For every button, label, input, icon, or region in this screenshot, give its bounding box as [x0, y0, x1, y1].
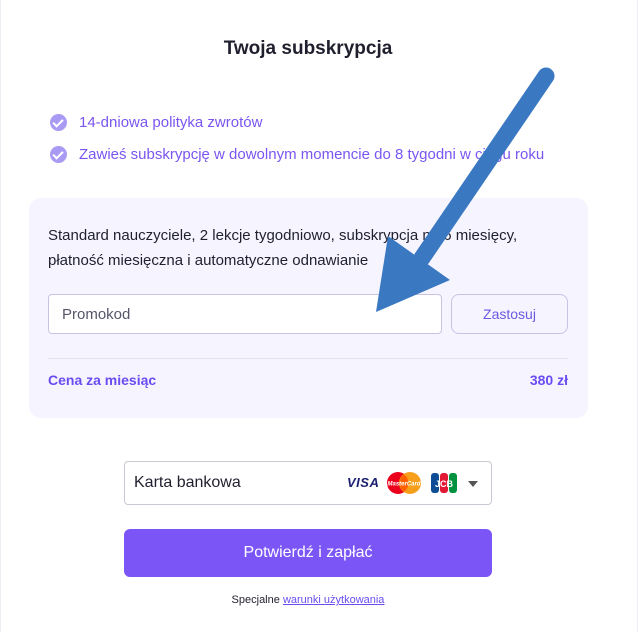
confirm-pay-button[interactable]: Potwierdź i zapłać	[124, 529, 492, 577]
terms-link[interactable]: warunki użytkowania	[283, 594, 385, 606]
mastercard-logo: MasterCard	[387, 472, 421, 494]
benefit-item: Zawieś subskrypcję w dowolnym momencie d…	[50, 144, 544, 164]
jcb-text: JCB	[435, 479, 454, 489]
jcb-logo: JCB	[431, 473, 457, 493]
benefit-text: 14-dniowa polityka zwrotów	[79, 113, 263, 131]
mastercard-text: MasterCard	[387, 482, 420, 488]
page-title: Twoja subskrypcja	[223, 38, 393, 59]
benefits-list: 14-dniowa polityka zwrotów Zawieś subskr…	[50, 112, 544, 176]
visa-logo: VISA	[347, 475, 380, 490]
plan-description: Standard nauczyciele, 2 lekcje tygodniow…	[48, 227, 518, 269]
chevron-down-icon[interactable]	[468, 481, 478, 487]
benefit-item: 14-dniowa polityka zwrotów	[50, 112, 544, 132]
price-value: 380 zł	[529, 372, 568, 388]
divider	[48, 358, 568, 359]
plan-card: Standard nauczyciele, 2 lekcje tygodniow…	[29, 198, 588, 418]
promo-code-input[interactable]	[48, 294, 442, 334]
terms-prefix: Specjalne	[231, 594, 280, 606]
terms-note: Specjalne warunki użytkowania	[0, 594, 616, 606]
benefit-text: Zawieś subskrypcję w dowolnym momencie d…	[79, 145, 545, 163]
apply-promo-button[interactable]: Zastosuj	[451, 294, 568, 334]
check-circle-icon	[50, 113, 67, 131]
check-circle-icon	[50, 145, 67, 163]
price-label: Cena za miesiąc	[48, 372, 157, 388]
payment-method-label: Karta bankowa	[134, 474, 241, 491]
payment-method-select[interactable]: Karta bankowa VISA MasterCard JCB	[124, 461, 492, 505]
